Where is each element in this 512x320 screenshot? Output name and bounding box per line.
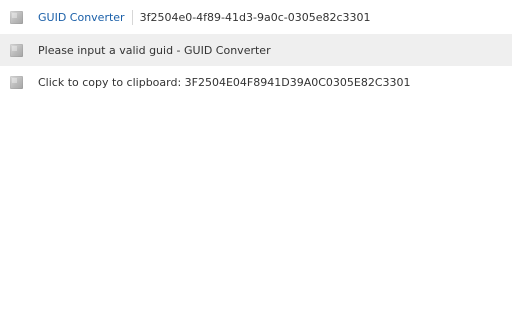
suggestion-row-invalid-guid[interactable]: Please input a valid guid - GUID Convert… <box>0 34 512 66</box>
omnibox-input-text[interactable]: 3f2504e0-4f89-41d3-9a0c-0305e82c3301 <box>140 11 371 24</box>
omnibox-dropdown: GUID Converter 3f2504e0-4f89-41d3-9a0c-0… <box>0 0 512 320</box>
keyword-divider <box>131 9 133 25</box>
extension-puzzle-icon <box>10 75 23 89</box>
suggestion-label: Click to copy to clipboard: 3F2504E04F89… <box>38 75 411 89</box>
suggestion-text-group: Click to copy to clipboard: 3F2504E04F89… <box>38 76 411 89</box>
suggestion-text-group: Please input a valid guid - GUID Convert… <box>38 44 271 57</box>
extension-keyword: GUID Converter <box>38 10 125 24</box>
extension-puzzle-icon <box>10 10 23 24</box>
suggestion-row-copy-clipboard[interactable]: Click to copy to clipboard: 3F2504E04F89… <box>0 66 512 98</box>
suggestion-label: Please input a valid guid - GUID Convert… <box>38 43 271 57</box>
omnibox-keyword-row[interactable]: GUID Converter 3f2504e0-4f89-41d3-9a0c-0… <box>0 1 512 33</box>
extension-puzzle-icon <box>10 43 23 57</box>
omnibox-input-group[interactable]: GUID Converter 3f2504e0-4f89-41d3-9a0c-0… <box>38 9 371 25</box>
